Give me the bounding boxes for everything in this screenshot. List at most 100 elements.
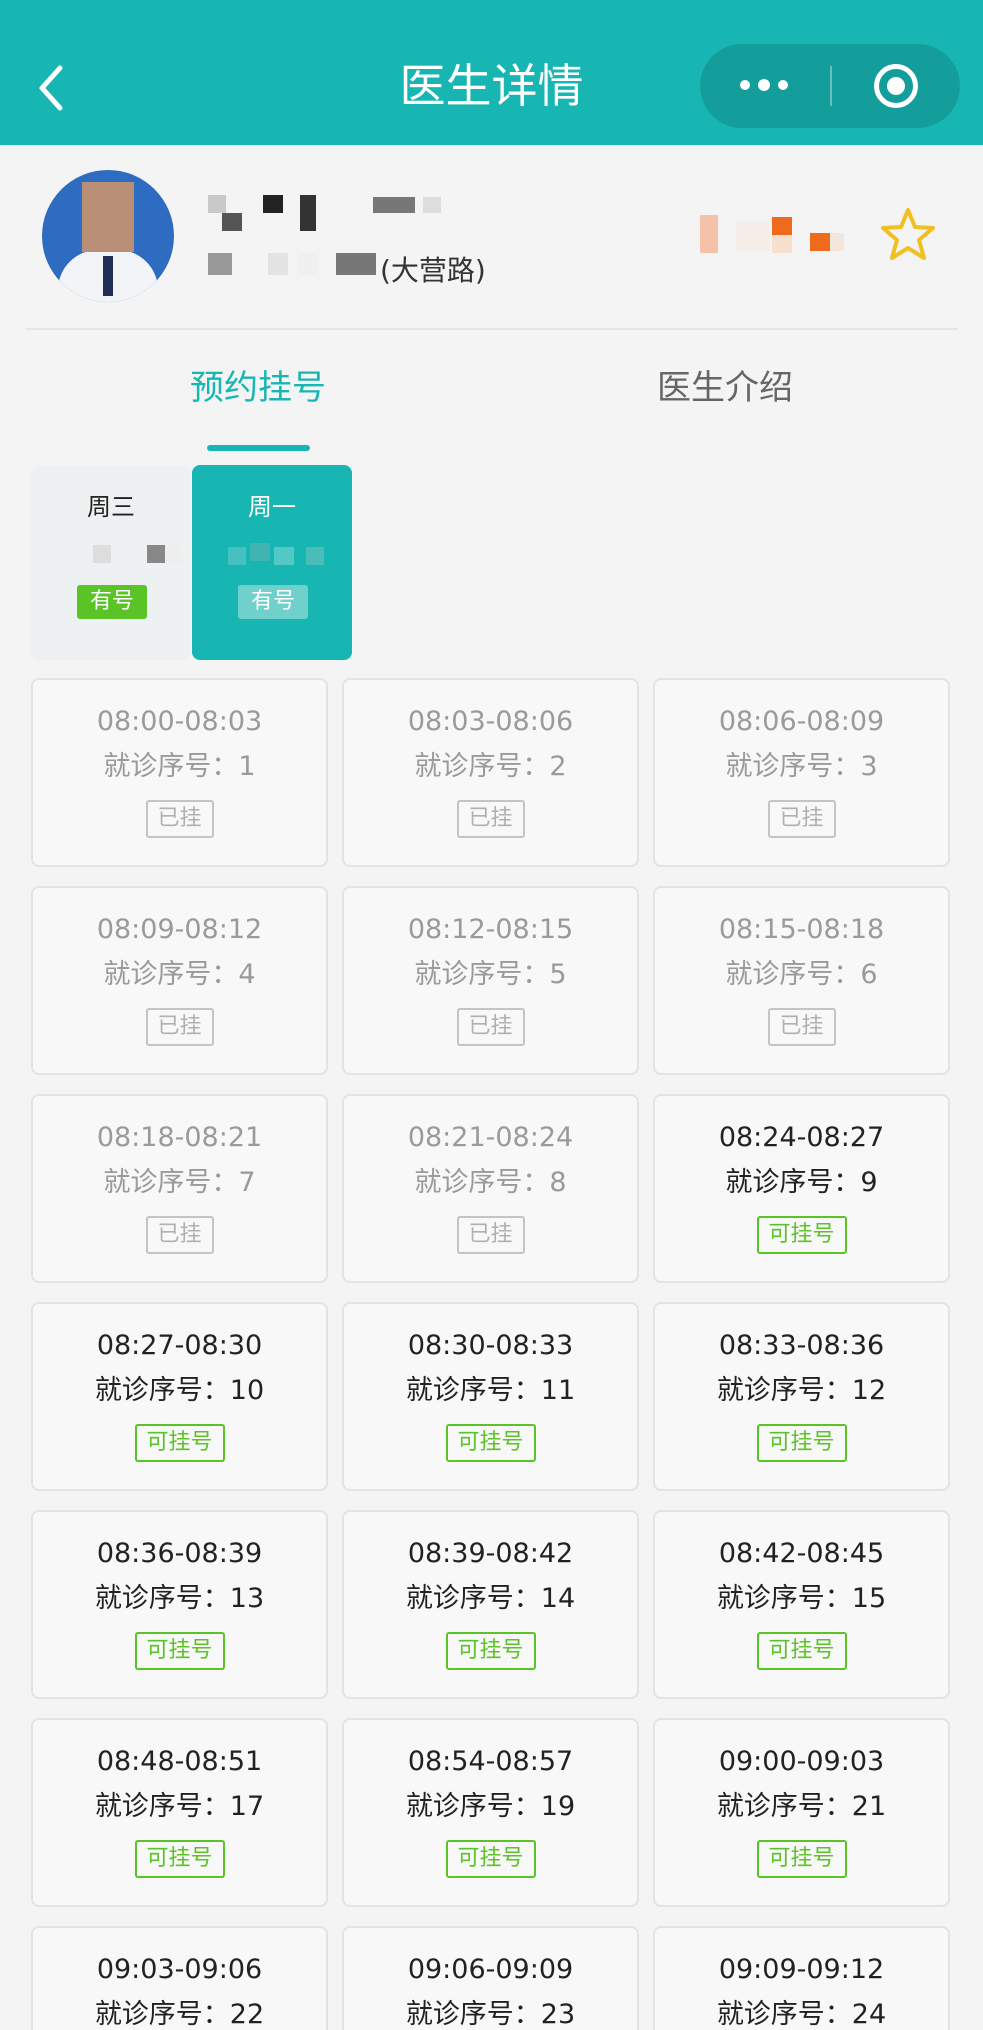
appointment-slot[interactable]: 08:15-08:18 就诊序号：6 已挂	[653, 886, 950, 1075]
appointment-slot[interactable]: 08:21-08:24 就诊序号：8 已挂	[342, 1094, 639, 1283]
slot-time: 08:09-08:12	[96, 914, 263, 945]
day-weekday: 周三	[87, 493, 135, 521]
slot-taken-badge: 已挂	[145, 1008, 214, 1046]
more-button[interactable]	[700, 44, 830, 128]
slot-taken-badge: 已挂	[456, 800, 525, 838]
hospital-branch-label: (大营路)	[380, 254, 486, 287]
appointment-slot[interactable]: 08:48-08:51 就诊序号：17 可挂号	[31, 1718, 328, 1907]
slot-time: 08:21-08:24	[407, 1122, 574, 1153]
slot-time: 08:00-08:03	[96, 706, 263, 737]
appointment-slot[interactable]: 08:36-08:39 就诊序号：13 可挂号	[31, 1510, 328, 1699]
redacted-department-title	[700, 215, 850, 255]
slot-taken-badge: 已挂	[145, 1216, 214, 1254]
slot-time: 09:06-09:09	[407, 1954, 574, 1985]
slot-time: 08:48-08:51	[96, 1746, 263, 1777]
slot-time: 08:06-08:09	[718, 706, 885, 737]
slot-sequence-number: 就诊序号：10	[94, 1375, 265, 1406]
appointment-slot[interactable]: 08:24-08:27 就诊序号：9 可挂号	[653, 1094, 950, 1283]
redacted-date	[93, 545, 183, 565]
slot-sequence-number: 就诊序号：8	[414, 1167, 567, 1198]
slot-sequence-number: 就诊序号：1	[103, 751, 256, 782]
slot-taken-badge: 已挂	[456, 1216, 525, 1254]
appointment-slot[interactable]: 09:06-09:09 就诊序号：23	[342, 1926, 639, 2030]
appointment-slot[interactable]: 08:03-08:06 就诊序号：2 已挂	[342, 678, 639, 867]
slot-time: 08:03-08:06	[407, 706, 574, 737]
appointment-slot[interactable]: 08:06-08:09 就诊序号：3 已挂	[653, 678, 950, 867]
slot-sequence-number: 就诊序号：19	[405, 1791, 576, 1822]
redacted-doctor-name	[208, 195, 468, 235]
appointment-slot[interactable]: 08:54-08:57 就诊序号：19 可挂号	[342, 1718, 639, 1907]
close-mini-program-button[interactable]	[832, 44, 960, 128]
chevron-left-icon	[39, 65, 63, 111]
day-option-monday[interactable]: 周一 有号	[192, 465, 352, 660]
slot-time: 08:30-08:33	[407, 1330, 574, 1361]
slot-book-badge[interactable]: 可挂号	[134, 1840, 225, 1878]
slot-book-badge[interactable]: 可挂号	[134, 1424, 225, 1462]
appointment-slot-grid: 08:00-08:03 就诊序号：1 已挂 08:03-08:06 就诊序号：2 已挂 08…	[31, 678, 953, 2030]
slot-sequence-number: 就诊序号：15	[716, 1583, 887, 1614]
slot-book-badge[interactable]: 可挂号	[445, 1632, 536, 1670]
slot-taken-badge: 已挂	[145, 800, 214, 838]
slot-book-badge[interactable]: 可挂号	[756, 1840, 847, 1878]
tab-doctor-intro[interactable]: 医生介绍	[605, 360, 845, 409]
slot-book-badge[interactable]: 可挂号	[756, 1632, 847, 1670]
tab-bar: 预约挂号 医生介绍	[0, 330, 983, 451]
active-tab-indicator	[207, 445, 310, 451]
day-weekday: 周一	[248, 493, 296, 521]
appointment-slot[interactable]: 08:12-08:15 就诊序号：5 已挂	[342, 886, 639, 1075]
slot-sequence-number: 就诊序号：21	[716, 1791, 887, 1822]
slot-taken-badge: 已挂	[767, 1008, 836, 1046]
slot-book-badge[interactable]: 可挂号	[134, 1632, 225, 1670]
slot-sequence-number: 就诊序号：23	[405, 1999, 576, 2030]
slot-book-badge[interactable]: 可挂号	[445, 1424, 536, 1462]
slot-sequence-number: 就诊序号：12	[716, 1375, 887, 1406]
slot-sequence-number: 就诊序号：14	[405, 1583, 576, 1614]
appointment-slot[interactable]: 09:09-09:12 就诊序号：24	[653, 1926, 950, 2030]
appointment-slot[interactable]: 09:03-09:06 就诊序号：22	[31, 1926, 328, 2030]
appointment-slot[interactable]: 08:39-08:42 就诊序号：14 可挂号	[342, 1510, 639, 1699]
appointment-slot[interactable]: 08:18-08:21 就诊序号：7 已挂	[31, 1094, 328, 1283]
slot-sequence-number: 就诊序号：13	[94, 1583, 265, 1614]
appointment-slot[interactable]: 08:09-08:12 就诊序号：4 已挂	[31, 886, 328, 1075]
appointment-slot[interactable]: 08:42-08:45 就诊序号：15 可挂号	[653, 1510, 950, 1699]
slot-book-badge[interactable]: 可挂号	[756, 1216, 847, 1254]
day-availability-badge: 有号	[238, 585, 308, 619]
appointment-slot[interactable]: 08:27-08:30 就诊序号：10 可挂号	[31, 1302, 328, 1491]
appointment-slot[interactable]: 09:00-09:03 就诊序号：21 可挂号	[653, 1718, 950, 1907]
slot-sequence-number: 就诊序号：11	[405, 1375, 576, 1406]
slot-sequence-number: 就诊序号：4	[103, 959, 256, 990]
slot-time: 08:33-08:36	[718, 1330, 885, 1361]
slot-sequence-number: 就诊序号：3	[725, 751, 878, 782]
day-option-wednesday[interactable]: 周三 有号	[31, 465, 191, 660]
slot-sequence-number: 就诊序号：6	[725, 959, 878, 990]
back-button[interactable]	[30, 58, 70, 118]
slot-sequence-number: 就诊序号：24	[716, 1999, 887, 2030]
doctor-avatar	[42, 170, 174, 302]
slot-time: 09:09-09:12	[718, 1954, 885, 1985]
slot-sequence-number: 就诊序号：7	[103, 1167, 256, 1198]
slot-time: 08:24-08:27	[718, 1122, 885, 1153]
slot-sequence-number: 就诊序号：5	[414, 959, 567, 990]
slot-time: 08:54-08:57	[407, 1746, 574, 1777]
slot-book-badge[interactable]: 可挂号	[445, 1840, 536, 1878]
appointment-slot[interactable]: 08:00-08:03 就诊序号：1 已挂	[31, 678, 328, 867]
slot-time: 08:36-08:39	[96, 1538, 263, 1569]
slot-time: 08:39-08:42	[407, 1538, 574, 1569]
doctor-header: (大营路)	[0, 145, 983, 330]
favorite-button[interactable]	[878, 205, 938, 265]
slot-time: 08:12-08:15	[407, 914, 574, 945]
slot-sequence-number: 就诊序号：22	[94, 1999, 265, 2030]
slot-time: 09:00-09:03	[718, 1746, 885, 1777]
slot-taken-badge: 已挂	[456, 1008, 525, 1046]
star-outline-icon	[881, 208, 935, 260]
appointment-slot[interactable]: 08:33-08:36 就诊序号：12 可挂号	[653, 1302, 950, 1491]
tab-booking[interactable]: 预约挂号	[138, 360, 378, 409]
slot-time: 08:18-08:21	[96, 1122, 263, 1153]
appointment-slot[interactable]: 08:30-08:33 就诊序号：11 可挂号	[342, 1302, 639, 1491]
navbar: 医生详情	[0, 0, 983, 145]
slot-sequence-number: 就诊序号：9	[725, 1167, 878, 1198]
slot-time: 08:42-08:45	[718, 1538, 885, 1569]
slot-book-badge[interactable]: 可挂号	[756, 1424, 847, 1462]
slot-time: 08:15-08:18	[718, 914, 885, 945]
slot-sequence-number: 就诊序号：17	[94, 1791, 265, 1822]
